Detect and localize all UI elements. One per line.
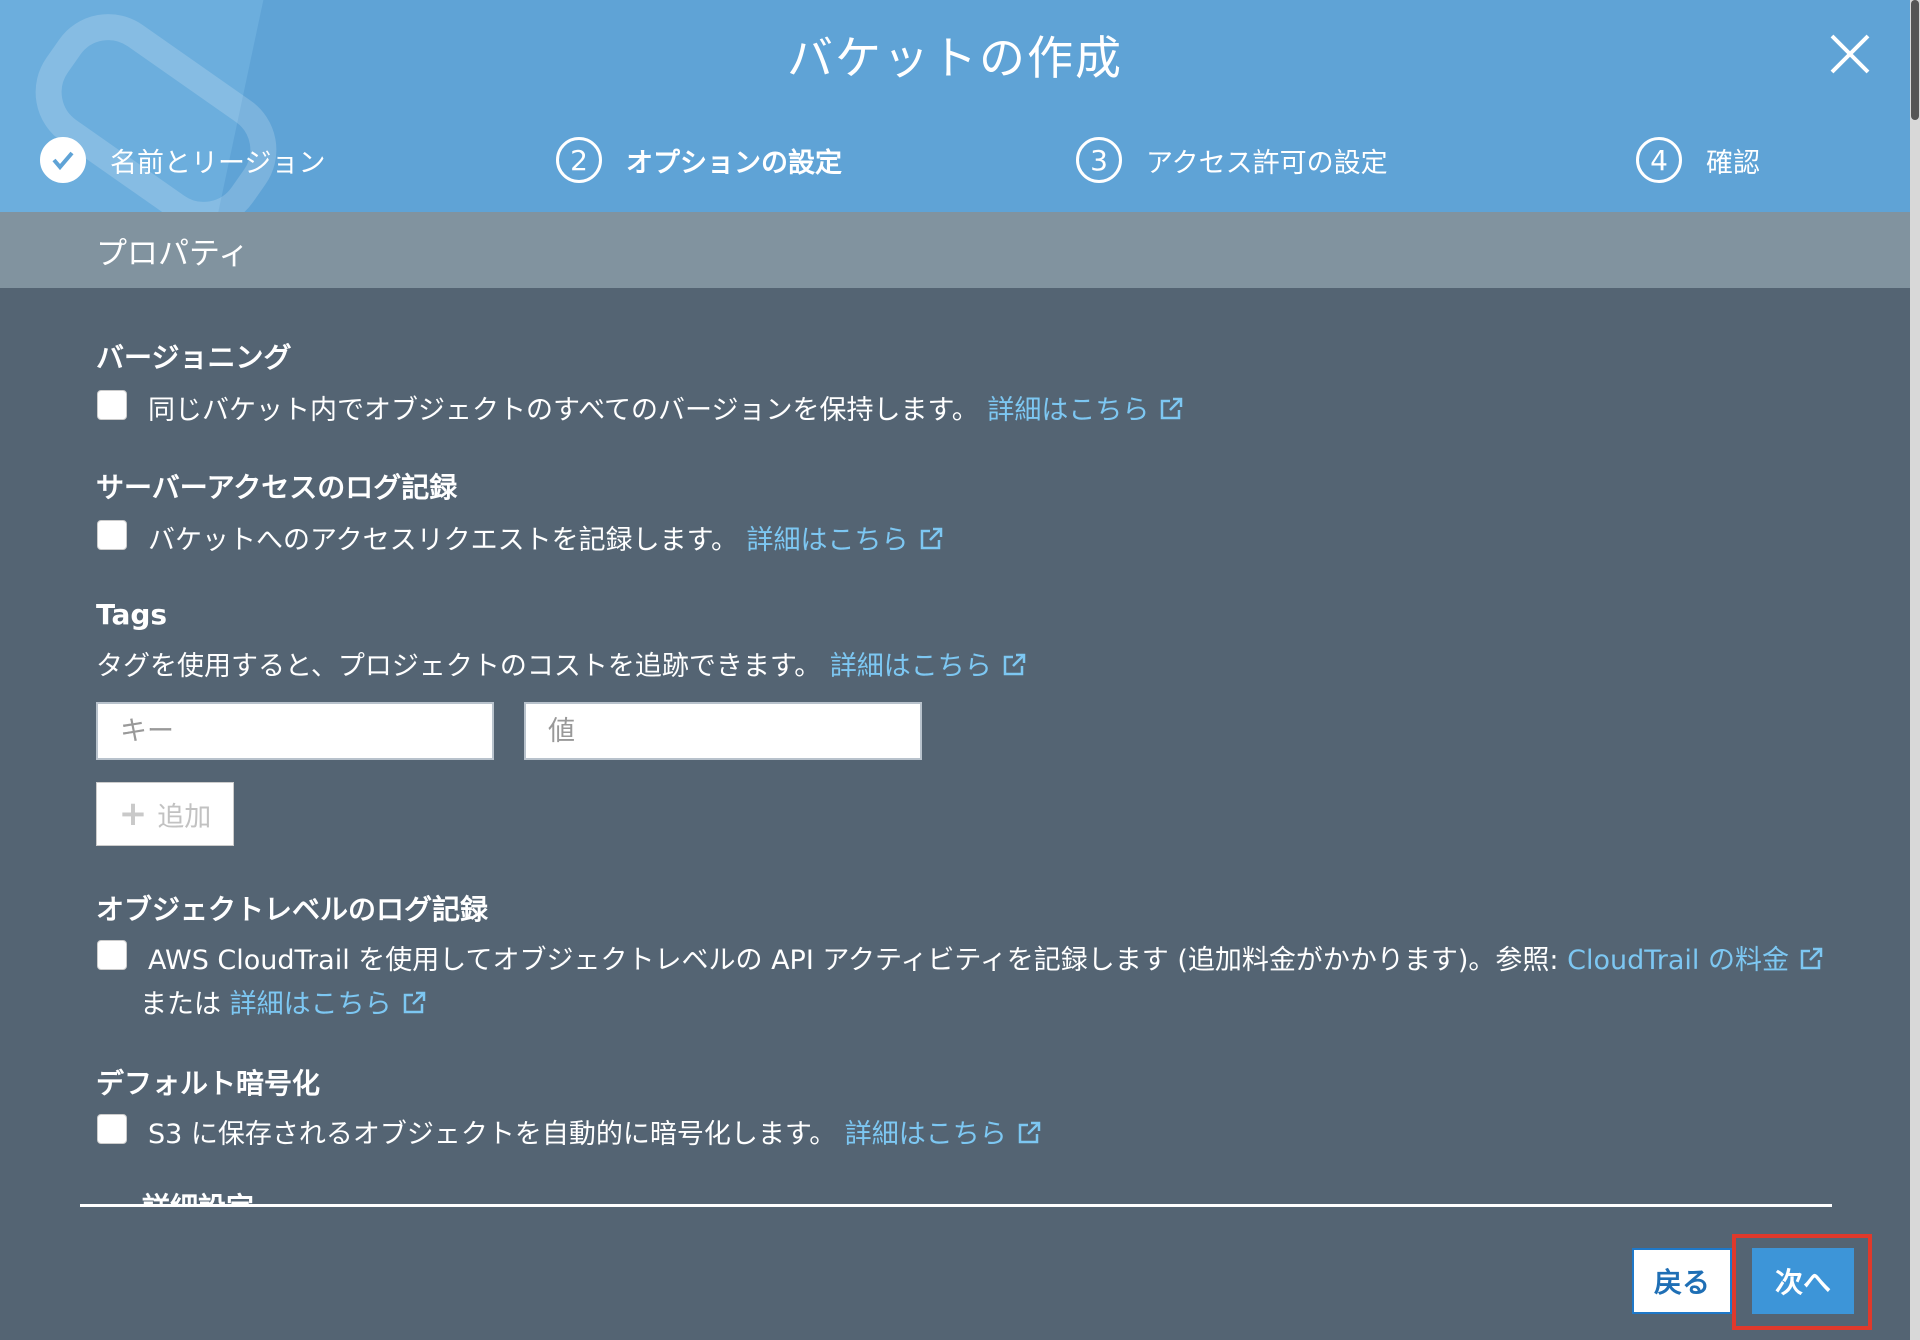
add-tag-button[interactable]: + 追加 bbox=[96, 782, 234, 846]
step-label: アクセス許可の設定 bbox=[1146, 147, 1388, 179]
tags-title: Tags bbox=[96, 598, 168, 631]
external-link-icon bbox=[1161, 397, 1183, 420]
tag-value-input[interactable] bbox=[524, 702, 922, 760]
properties-header: プロパティ bbox=[0, 212, 1910, 288]
server-access-logging-title: サーバーアクセスのログ記録 bbox=[96, 471, 458, 504]
server-access-logging-description: バケットへのアクセスリクエストを記録します。 詳細はこちら bbox=[148, 518, 945, 557]
add-tag-label: 追加 bbox=[157, 801, 212, 833]
versioning-learn-more-link[interactable]: 詳細はこちら bbox=[987, 395, 1185, 426]
step-number: 2 bbox=[556, 137, 602, 183]
back-button[interactable]: 戻る bbox=[1632, 1248, 1732, 1314]
object-level-logging-description: AWS CloudTrail を使用してオブジェクトレベルの API アクティビ… bbox=[148, 938, 1825, 977]
wizard-steps: 名前とリージョン 2 オプションの設定 3 アクセス許可の設定 4 確認 bbox=[0, 130, 1910, 190]
versioning-description: 同じバケット内でオブジェクトのすべてのバージョンを保持します。 詳細はこちら bbox=[148, 388, 1185, 427]
server-access-logging-learn-more-link[interactable]: 詳細はこちら bbox=[747, 525, 945, 556]
step-label: 確認 bbox=[1706, 147, 1760, 179]
step-label: 名前とリージョン bbox=[110, 147, 326, 179]
step-done-check-icon bbox=[40, 137, 86, 183]
object-level-logging-checkbox[interactable] bbox=[97, 940, 127, 970]
step-number: 3 bbox=[1076, 137, 1122, 183]
scrollbar-thumb[interactable] bbox=[1911, 0, 1919, 120]
default-encryption-description: S3 に保存されるオブジェクトを自動的に暗号化します。 詳細はこちら bbox=[148, 1112, 1043, 1151]
server-access-logging-checkbox[interactable] bbox=[97, 520, 127, 550]
external-link-icon bbox=[920, 527, 942, 550]
scrollbar-track[interactable] bbox=[1910, 0, 1920, 1340]
object-level-logging-title: オブジェクトレベルのログ記録 bbox=[96, 893, 489, 926]
external-link-icon bbox=[1003, 653, 1026, 676]
step-label: オプションの設定 bbox=[626, 147, 842, 179]
external-link-icon bbox=[403, 991, 425, 1014]
default-encryption-title: デフォルト暗号化 bbox=[96, 1067, 321, 1100]
external-link-icon bbox=[1800, 947, 1823, 970]
next-button[interactable]: 次へ bbox=[1752, 1248, 1854, 1314]
close-icon bbox=[1830, 34, 1870, 74]
step-review[interactable]: 4 確認 bbox=[1636, 130, 1760, 190]
tags-learn-more-link[interactable]: 詳細はこちら bbox=[830, 651, 1028, 682]
object-level-logging-description-line2: または 詳細はこちら bbox=[140, 982, 428, 1021]
cloudtrail-pricing-link[interactable]: CloudTrail の料金 bbox=[1567, 945, 1825, 976]
external-link-icon bbox=[1018, 1121, 1041, 1144]
tag-key-input[interactable] bbox=[96, 702, 494, 760]
footer-divider bbox=[80, 1204, 1832, 1207]
dialog-title: バケットの作成 bbox=[787, 31, 1123, 85]
object-level-logging-learn-more-link[interactable]: 詳細はこちら bbox=[230, 989, 428, 1020]
versioning-checkbox[interactable] bbox=[97, 390, 127, 420]
plus-icon: + bbox=[118, 794, 148, 834]
step-permissions[interactable]: 3 アクセス許可の設定 bbox=[1076, 130, 1388, 190]
advanced-settings-toggle[interactable]: 詳細設定 bbox=[142, 1188, 254, 1204]
tags-description: タグを使用すると、プロジェクトのコストを追跡できます。 詳細はこちら bbox=[96, 644, 1028, 683]
step-number: 4 bbox=[1636, 137, 1682, 183]
default-encryption-checkbox[interactable] bbox=[97, 1114, 127, 1144]
dialog-header: バケットの作成 名前とリージョン 2 オプションの設定 3 アクセス許可の設定 … bbox=[0, 0, 1910, 212]
default-encryption-learn-more-link[interactable]: 詳細はこちら bbox=[845, 1119, 1043, 1150]
properties-heading: プロパティ bbox=[96, 235, 250, 272]
versioning-title: バージョニング bbox=[96, 341, 292, 374]
close-button[interactable] bbox=[1828, 32, 1872, 76]
step-name-region[interactable]: 名前とリージョン bbox=[40, 130, 325, 190]
step-options[interactable]: 2 オプションの設定 bbox=[556, 130, 842, 190]
